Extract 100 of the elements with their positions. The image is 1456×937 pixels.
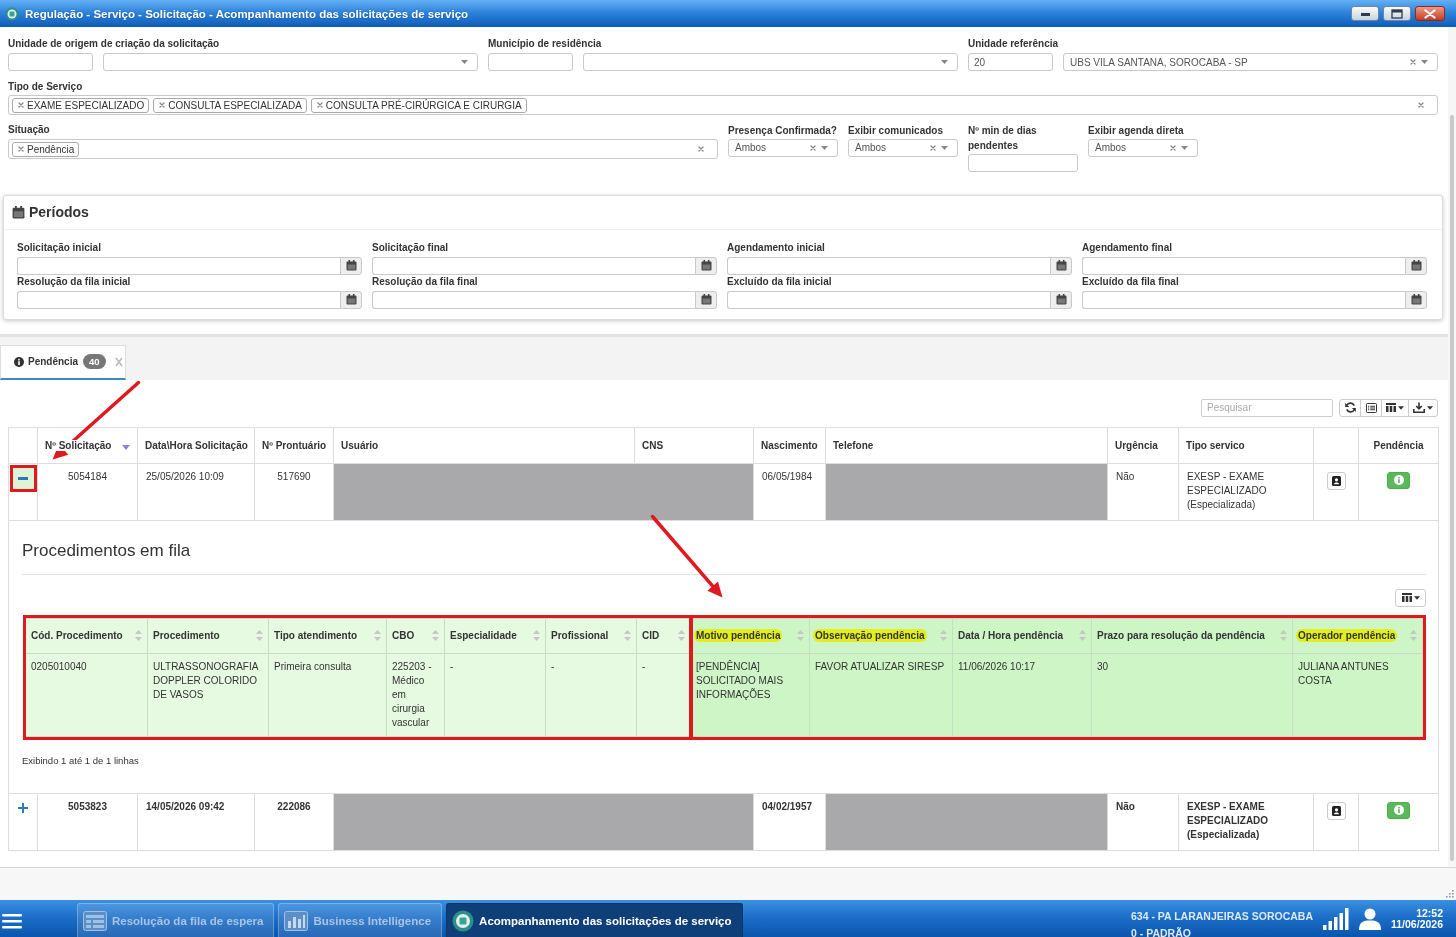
select-field[interactable]: Ambos xyxy=(848,138,958,157)
date-field[interactable] xyxy=(1082,256,1405,275)
select-field[interactable] xyxy=(583,53,958,71)
caret-icon xyxy=(941,60,948,64)
multi-select-field[interactable]: Pendência xyxy=(8,139,718,159)
caret-icon xyxy=(1398,405,1404,410)
select-tag[interactable]: CONSULTA PRÉ-CIRÚRGICA E CIRURGIA xyxy=(310,97,527,113)
caret-icon xyxy=(821,145,828,150)
minimize-button[interactable] xyxy=(1351,6,1379,21)
columns-button[interactable] xyxy=(1395,588,1426,607)
date-field[interactable] xyxy=(727,256,1050,275)
column-header[interactable]: Pendência xyxy=(1373,439,1424,451)
close-button[interactable] xyxy=(1415,6,1445,21)
calendar-icon xyxy=(12,205,25,219)
calendar-button[interactable] xyxy=(340,290,362,309)
select-tag[interactable]: CONSULTA ESPECIALIZADA xyxy=(153,97,307,113)
code-field[interactable] xyxy=(8,53,93,71)
tab[interactable]: Pendência 40 xyxy=(0,344,126,380)
column-header[interactable]: CBO xyxy=(392,630,415,641)
status-text: 634 - PA LARANJEIRAS SOROCABA xyxy=(1131,908,1313,924)
field-label: Agendamento final xyxy=(1082,241,1173,254)
table-cell: Não xyxy=(1107,793,1179,850)
number-field[interactable] xyxy=(968,153,1078,172)
calendar-icon xyxy=(1055,260,1067,271)
table-cell: 517690 xyxy=(254,463,334,520)
pending-info-button[interactable] xyxy=(1387,471,1410,489)
column-header[interactable]: CID xyxy=(642,630,660,641)
table-cell: 225203 - Médico em cirurgia vascular xyxy=(386,653,445,736)
plus-icon xyxy=(18,802,28,813)
date-field[interactable] xyxy=(17,290,340,309)
collapse-button[interactable] xyxy=(9,464,37,492)
remove-icon xyxy=(18,146,24,152)
calendar-button[interactable] xyxy=(695,290,717,309)
multi-select-field[interactable]: EXAME ESPECIALIZADO CONSULTA ESPECIALIZADA CONSULTA PRÉ-CIRÚRGICA E CIRURGIA xyxy=(8,95,1438,115)
select-field[interactable]: Ambos xyxy=(1088,138,1198,157)
column-header[interactable]: Usuário xyxy=(341,439,379,451)
column-header[interactable]: Observação pendência xyxy=(813,629,927,642)
column-header[interactable]: Urgência xyxy=(1115,439,1158,451)
status-text: 0 - PADRÃO xyxy=(1131,925,1192,937)
column-header[interactable]: Data\Hora Solicitação xyxy=(145,439,248,451)
calendar-button[interactable] xyxy=(1405,256,1427,275)
column-header[interactable]: Profissional xyxy=(551,630,609,641)
refresh-button[interactable] xyxy=(1339,398,1361,417)
signal-icon xyxy=(1323,907,1349,930)
date-field[interactable] xyxy=(372,256,695,275)
code-field[interactable]: 20 xyxy=(968,53,1053,71)
calendar-icon xyxy=(700,294,712,305)
code-field[interactable] xyxy=(488,53,573,71)
pagination-info: Exibindo 1 até 1 de 1 linhas xyxy=(22,754,140,767)
table-cell: - xyxy=(636,653,691,736)
app-icon xyxy=(452,909,475,932)
taskbar-item[interactable]: Acompanhamento das solicitações de serviço xyxy=(446,903,743,937)
calendar-button[interactable] xyxy=(1050,256,1072,275)
columns-icon xyxy=(1401,593,1412,602)
date-field[interactable] xyxy=(727,290,1050,309)
table-cell: - xyxy=(545,653,637,736)
field-label: Resolução da fila inicial xyxy=(17,275,132,288)
select-tag[interactable]: Pendência xyxy=(12,141,80,157)
select-field[interactable]: Ambos xyxy=(728,138,838,157)
record-button[interactable] xyxy=(1326,471,1346,490)
date-field[interactable] xyxy=(1082,290,1405,309)
table-cell: Primeira consulta xyxy=(268,653,387,736)
column-header[interactable]: Nascimento xyxy=(761,439,818,451)
export-button[interactable] xyxy=(1408,398,1438,417)
select-field[interactable]: UBS VILA SANTANA, SOROCABA - SP xyxy=(1063,53,1438,71)
maximize-button[interactable] xyxy=(1383,6,1411,21)
clear-icon xyxy=(930,144,936,151)
minus-icon xyxy=(18,476,28,480)
calendar-button[interactable] xyxy=(340,256,362,275)
record-button[interactable] xyxy=(1326,801,1346,820)
field-label: Situação xyxy=(8,124,51,136)
column-header[interactable]: Motivo pendência xyxy=(694,629,783,642)
pending-info-button[interactable] xyxy=(1387,801,1410,819)
search-field[interactable]: Pesquisar xyxy=(1201,398,1333,417)
calendar-button[interactable] xyxy=(695,256,717,275)
column-header[interactable]: Tipo servico xyxy=(1186,439,1245,451)
column-header[interactable]: Telefone xyxy=(833,439,874,451)
clear-icon xyxy=(1418,102,1424,108)
user-icon[interactable] xyxy=(1359,907,1381,930)
columns-button[interactable] xyxy=(1381,398,1409,417)
date-field[interactable] xyxy=(17,256,340,275)
table-cell: 04/02/1957 xyxy=(753,793,826,850)
column-header[interactable]: CNS xyxy=(642,439,664,451)
date-field[interactable] xyxy=(372,290,695,309)
select-field[interactable] xyxy=(103,53,478,71)
refresh-icon xyxy=(1344,402,1356,413)
calendar-button[interactable] xyxy=(1050,290,1072,309)
field-label: Agendamento inicial xyxy=(727,241,826,254)
column-header[interactable]: Operador pendência xyxy=(1296,629,1398,642)
calendar-button[interactable] xyxy=(1405,290,1427,309)
bar-chart-icon xyxy=(284,910,309,931)
field-label: Solicitação final xyxy=(372,241,450,254)
column-header[interactable]: Nº Prontuário xyxy=(262,439,327,451)
close-icon xyxy=(1424,8,1436,19)
contact-card-icon xyxy=(1331,805,1341,816)
column-header[interactable]: Nº Solicitação xyxy=(45,439,112,451)
list-view-button[interactable] xyxy=(1360,398,1382,417)
select-tag[interactable]: EXAME ESPECIALIZADO xyxy=(12,97,150,113)
column-header[interactable]: Procedimento xyxy=(153,630,220,641)
panel-title: Períodos xyxy=(29,204,89,220)
